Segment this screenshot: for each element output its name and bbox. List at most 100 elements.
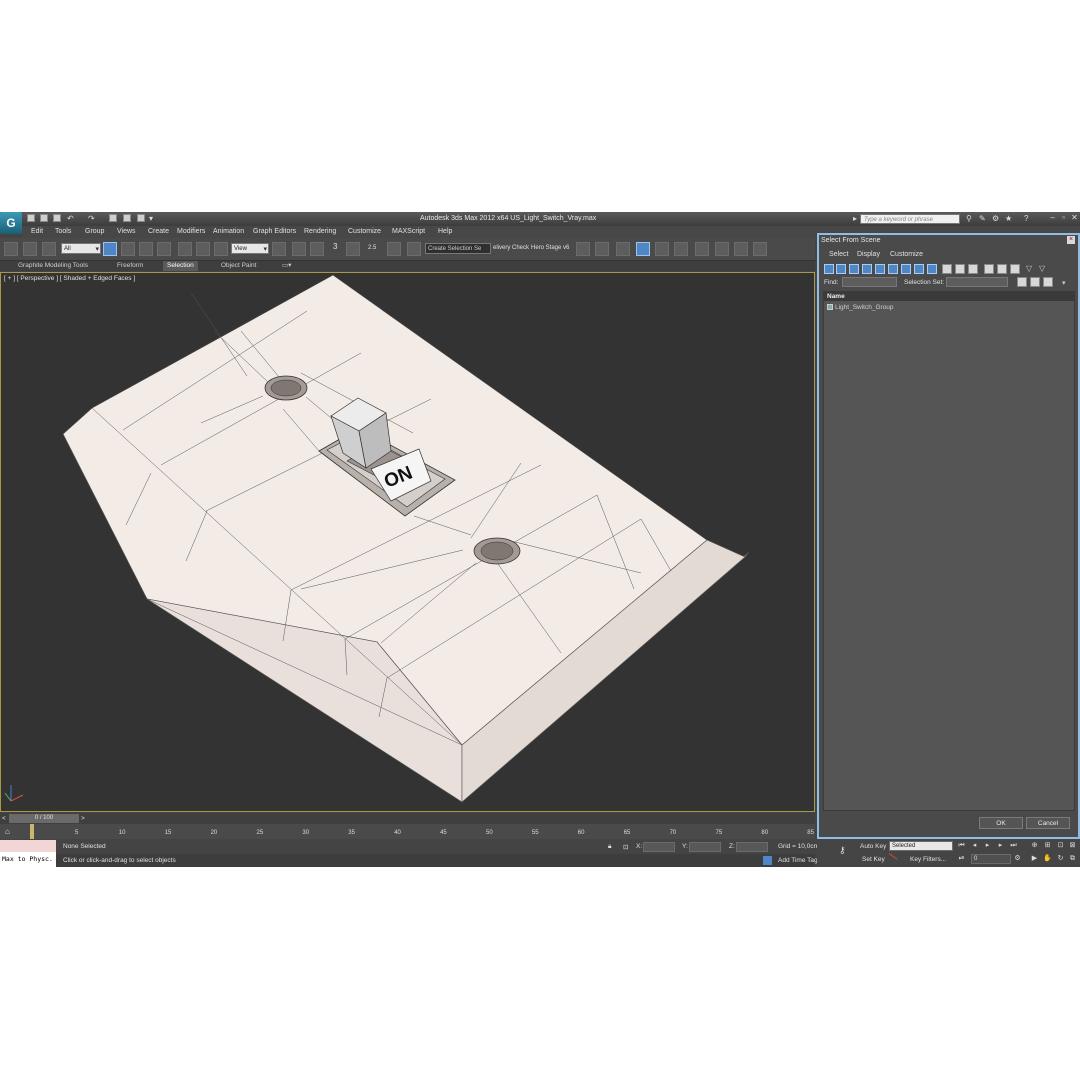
perspective-viewport[interactable]: [ + ] [ Perspective ] [ Shaded + Edged F… xyxy=(0,272,815,812)
mirror-icon[interactable] xyxy=(576,242,590,256)
reference-coordinate-dropdown[interactable]: View xyxy=(231,243,269,255)
cancel-button[interactable]: Cancel xyxy=(1026,817,1070,829)
select-all-icon[interactable] xyxy=(984,264,994,274)
open-file-icon[interactable] xyxy=(40,214,48,222)
display-cameras-icon[interactable] xyxy=(862,264,872,274)
select-object-icon[interactable] xyxy=(103,242,117,256)
window-icon[interactable] xyxy=(137,214,145,222)
y-coordinate-field[interactable] xyxy=(689,842,721,852)
select-none-icon[interactable] xyxy=(997,264,1007,274)
keyboard-shortcut-override-icon[interactable] xyxy=(310,242,324,256)
layer-manager-icon[interactable] xyxy=(616,242,630,256)
time-next-icon[interactable]: > xyxy=(81,815,85,822)
dialog-menu-select[interactable]: Select xyxy=(829,251,848,258)
zoom-extents-icon[interactable]: ⊡ xyxy=(1056,841,1065,850)
time-prev-icon[interactable]: < xyxy=(2,815,6,822)
menu-create[interactable]: Create xyxy=(148,228,169,235)
menu-graph-editors[interactable]: Graph Editors xyxy=(253,228,296,235)
display-groups-icon[interactable] xyxy=(901,264,911,274)
display-none-icon[interactable] xyxy=(955,264,965,274)
project-folder-icon[interactable] xyxy=(109,214,117,222)
zoom-extents-all-icon[interactable]: ⊠ xyxy=(1068,841,1077,850)
display-all-icon[interactable] xyxy=(942,264,952,274)
display-xrefs-icon[interactable] xyxy=(914,264,924,274)
menu-customize[interactable]: Customize xyxy=(348,228,381,235)
spinner-snap-icon[interactable] xyxy=(387,242,401,256)
close-icon[interactable]: × xyxy=(1067,236,1075,244)
rotate-icon[interactable] xyxy=(196,242,210,256)
angle-snap-icon[interactable] xyxy=(346,242,360,256)
display-bones-icon[interactable] xyxy=(927,264,937,274)
menu-group[interactable]: Group xyxy=(85,228,104,235)
ok-button[interactable]: OK xyxy=(979,817,1023,829)
graphite-toggle-icon[interactable] xyxy=(636,242,650,256)
curve-editor-icon[interactable] xyxy=(655,242,669,256)
move-icon[interactable] xyxy=(178,242,192,256)
schematic-view-icon[interactable] xyxy=(674,242,688,256)
binoculars-icon[interactable]: ⚲ xyxy=(966,214,972,223)
collapse-icon[interactable] xyxy=(1043,277,1053,287)
maxscript-listener[interactable]: Max to Physc. xyxy=(0,852,56,867)
stage-button[interactable]: Hero Stage v6 xyxy=(531,245,569,251)
percent-snap-toggle[interactable]: 2.5 xyxy=(368,245,376,251)
orbit-icon[interactable]: ↻ xyxy=(1056,854,1065,863)
filter-options-icon[interactable]: ▽ xyxy=(1039,264,1045,273)
app-logo-icon[interactable]: G xyxy=(0,212,22,234)
mini-curve-editor-icon[interactable]: ⌂ xyxy=(5,827,10,836)
display-geometry-icon[interactable] xyxy=(824,264,834,274)
fov-icon[interactable]: ▶ xyxy=(1030,854,1039,863)
go-to-end-icon[interactable]: ⏭ xyxy=(1009,841,1018,850)
menu-edit[interactable]: Edit xyxy=(31,228,43,235)
key-mode-toggle-icon[interactable]: ⏯ xyxy=(957,854,966,863)
zoom-icon[interactable]: ⊕ xyxy=(1030,841,1039,850)
close-icon[interactable]: ✕ xyxy=(1070,213,1079,223)
next-frame-icon[interactable]: ▸ xyxy=(996,841,1005,850)
select-invert-icon[interactable] xyxy=(1010,264,1020,274)
star-icon[interactable]: ★ xyxy=(1005,214,1012,223)
zoom-all-icon[interactable]: ⊞ xyxy=(1043,841,1052,850)
menu-rendering[interactable]: Rendering xyxy=(304,228,336,235)
set-key-button[interactable]: Set Key xyxy=(862,856,885,863)
named-selection-dropdown[interactable]: Create Selection Se xyxy=(425,243,491,255)
help-icon[interactable]: ? xyxy=(1024,214,1028,223)
absolute-mode-icon[interactable]: ⊡ xyxy=(623,843,628,851)
list-item[interactable]: Light_Switch_Group xyxy=(827,304,894,311)
maxscript-listener-mini[interactable] xyxy=(0,840,56,852)
display-shapes-icon[interactable] xyxy=(836,264,846,274)
key-mode-dropdown[interactable]: Selected xyxy=(889,841,953,851)
new-file-icon[interactable] xyxy=(27,214,35,222)
redo-icon[interactable]: ↷ xyxy=(88,214,95,223)
render-production-icon[interactable] xyxy=(753,242,767,256)
rectangular-selection-icon[interactable] xyxy=(139,242,153,256)
select-by-name-icon[interactable] xyxy=(121,242,135,256)
tools-icon[interactable]: ✎ xyxy=(979,214,986,223)
expand-icon[interactable] xyxy=(1030,277,1040,287)
render-setup-icon[interactable] xyxy=(715,242,729,256)
lock-icon[interactable]: 🔒︎ xyxy=(608,843,611,851)
menu-maxscript[interactable]: MAXScript xyxy=(392,228,425,235)
x-coordinate-field[interactable] xyxy=(643,842,675,852)
display-spacewarps-icon[interactable] xyxy=(888,264,898,274)
menu-modifiers[interactable]: Modifiers xyxy=(177,228,205,235)
select-and-manipulate-icon[interactable] xyxy=(292,242,306,256)
scale-icon[interactable] xyxy=(214,242,228,256)
key-filters-button[interactable]: Key Filters... xyxy=(910,856,946,863)
workspace-icon[interactable] xyxy=(123,214,131,222)
selection-filter-dropdown[interactable]: All xyxy=(61,243,101,255)
align-icon[interactable] xyxy=(595,242,609,256)
undo-icon[interactable]: ↶ xyxy=(67,214,74,223)
go-to-start-icon[interactable]: ⏮ xyxy=(957,841,966,850)
z-coordinate-field[interactable] xyxy=(736,842,768,852)
tab-object-paint[interactable]: Object Paint xyxy=(217,261,260,271)
time-config-icon[interactable]: ⚙ xyxy=(1013,854,1022,863)
pivot-center-icon[interactable] xyxy=(272,242,286,256)
time-slider[interactable]: 0 / 100 xyxy=(9,814,79,823)
selection-set-dropdown[interactable] xyxy=(946,277,1008,287)
tab-selection[interactable]: Selection xyxy=(163,261,198,271)
edit-named-selection-icon[interactable] xyxy=(407,242,421,256)
current-frame-field[interactable]: 0 xyxy=(971,854,1011,864)
menu-animation[interactable]: Animation xyxy=(213,228,244,235)
play-icon[interactable]: ▸ xyxy=(983,841,992,850)
column-header-name[interactable]: Name xyxy=(824,292,1074,301)
dialog-menu-customize[interactable]: Customize xyxy=(890,251,923,258)
